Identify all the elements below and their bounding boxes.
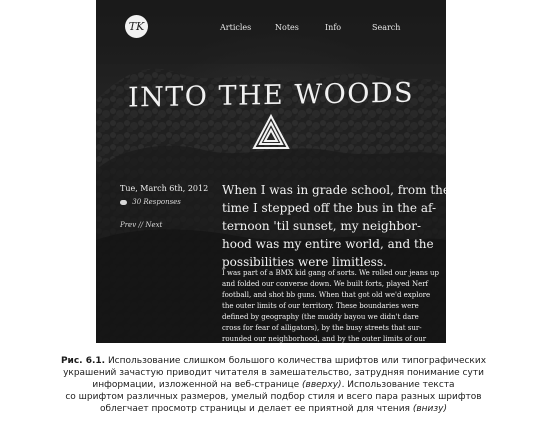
body-line: I was part of a BMX kid gang of sorts. W… [222,269,440,277]
body-line: football, and shot bb guns. When that go… [222,291,431,299]
comment-bubble-icon [120,199,127,205]
responses-label: 30 Responses [132,198,181,206]
body-line: and folded our converse down. We built f… [222,280,429,288]
body-line: defined by geography (the muddy bayou we… [222,313,419,321]
caption-line: Рис. 6.1. Использование слишком большого… [0,355,547,367]
responses-link[interactable]: 30 Responses [120,198,181,207]
caption-line: облегчает просмотр страницы и делает ее … [0,403,547,415]
body-line: the outer limits of our territory. These… [222,302,419,310]
caption-text: . Использование текста [341,380,455,390]
caption-line: информации, изложенной на веб-странице (… [0,379,547,391]
prev-next-pager[interactable]: Prev // Next [120,221,162,230]
site-header: TK Articles Notes Info Search [96,0,446,64]
logo: TK [125,15,148,38]
caption-text: информации, изложенной на веб-странице [92,380,303,390]
nav-notes-link[interactable]: Notes [275,23,299,33]
caption-text: Использование слишком большого количеств… [105,356,487,366]
nav-search-link[interactable]: Search [372,23,400,33]
triangle-emblem-icon [252,113,290,149]
caption-emphasis: (вверху) [302,380,342,390]
body-paragraph: I was part of a BMX kid gang of sorts. W… [222,268,440,343]
caption-text: облегчает просмотр страницы и делает ее … [99,404,413,414]
post-date: Tue, March 6th, 2012 [120,184,209,193]
body-line: rounded our neighborhood, and by the out… [222,335,427,343]
page-title: INTO THE WOODS [127,77,415,114]
caption-line: украшений зачастую приводит читателя в з… [63,368,484,378]
lead-line: time I stepped off the bus in the af- [222,201,437,215]
lead-line: hood was my entire world, and the [222,237,434,251]
nav-info-link[interactable]: Info [325,23,341,33]
lead-line: ternoon 'til sunset, my neighbor- [222,219,422,233]
lead-line: When I was in grade school, from the [222,183,446,197]
website-screenshot: TK Articles Notes Info Search INTO THE W… [96,0,446,343]
caption-emphasis: (внизу) [412,404,447,414]
body-line: cross for fear of alligators), by the bu… [222,324,422,332]
nav-articles-link[interactable]: Articles [220,23,251,33]
lead-paragraph: When I was in grade school, from the tim… [222,181,446,271]
figure-label: Рис. 6.1. [60,356,106,366]
caption-line: со шрифтом различных размеров, умелый по… [65,392,482,402]
figure-caption: Рис. 6.1. Использование слишком большого… [0,355,547,415]
